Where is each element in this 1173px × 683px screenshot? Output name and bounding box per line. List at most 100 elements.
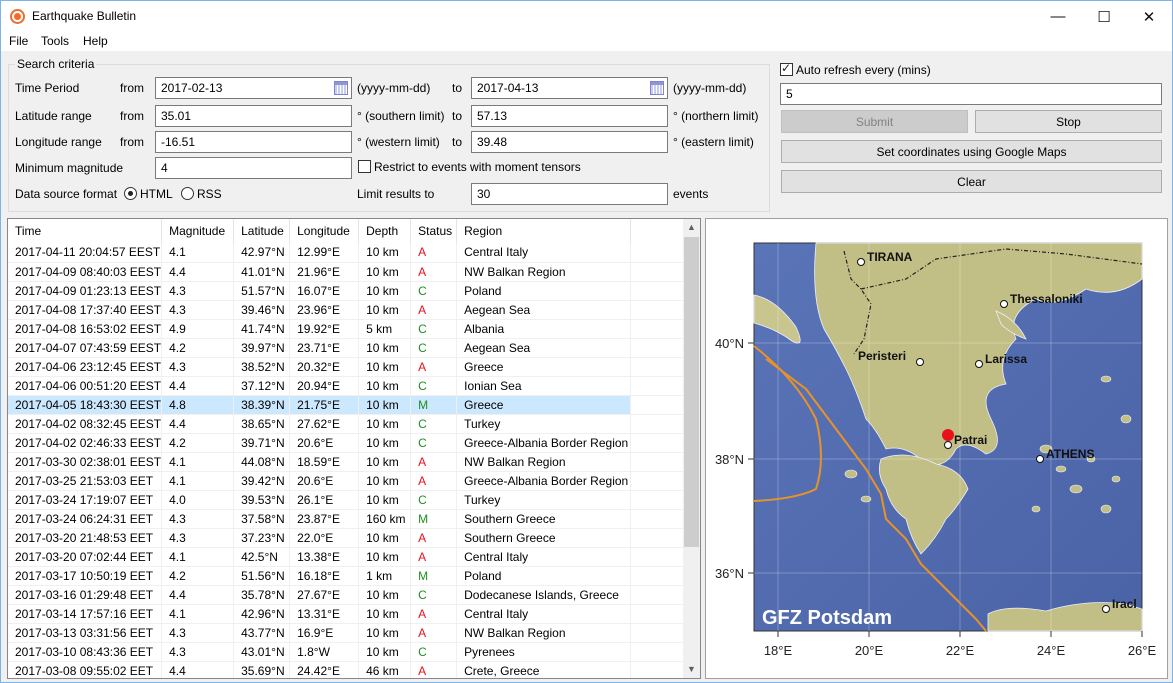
cell-magnitude: 4.9 [161, 319, 235, 339]
cell-magnitude: 4.2 [161, 338, 235, 358]
table-row[interactable]: 2017-03-10 08:43:36 EET 4.3 43.01°N 1.8°W 10… [8, 642, 697, 662]
moment-tensors-checkbox[interactable] [358, 160, 371, 173]
table-row[interactable]: 2017-03-20 21:48:53 EET 4.3 37.23°N 22.0°E 1… [8, 528, 697, 548]
cell-status: C [410, 585, 458, 605]
cell-longitude: 13.38°E [289, 547, 360, 567]
cell-status: A [410, 471, 458, 491]
html-radio[interactable] [124, 187, 137, 200]
table-row[interactable]: 2017-03-13 03:31:56 EET 4.3 43.77°N 16.9°E 1… [8, 623, 697, 643]
cell-time: 2017-03-24 06:24:31 EET [8, 509, 163, 529]
cell-region: NW Balkan Region [456, 452, 632, 472]
latitude-to-input[interactable]: 57.13 [471, 105, 668, 127]
cell-depth: 10 km [358, 376, 412, 396]
latitude-to-hint: ° (northern limit) [673, 109, 759, 123]
cell-latitude: 39.46°N [233, 300, 291, 320]
limit-suffix: events [673, 187, 709, 201]
cell-depth: 10 km [358, 642, 412, 662]
auto-refresh-checkbox[interactable] [780, 61, 793, 76]
cell-longitude: 1.8°W [289, 642, 360, 662]
latitude-ticks: 40°N 38°N 36°N [715, 336, 754, 581]
table-row[interactable]: 2017-03-24 06:24:31 EET 4.3 37.58°N 23.87°E… [8, 509, 697, 529]
longitude-from-input[interactable]: -16.51 [155, 131, 352, 153]
table-row[interactable]: 2017-04-06 23:12:45 EEST 4.3 38.52°N 20.32°… [8, 357, 697, 377]
clear-button[interactable]: Clear [781, 170, 1162, 193]
submit-button[interactable]: Submit [781, 110, 968, 133]
column-header-depth[interactable]: Depth [358, 219, 412, 243]
stop-button[interactable]: Stop [975, 110, 1162, 133]
table-row[interactable]: 2017-04-08 17:37:40 EEST 4.3 39.46°N 23.96°… [8, 300, 697, 320]
lat-tick-label: 38°N [715, 452, 744, 467]
latitude-from-input[interactable]: 35.01 [155, 105, 352, 127]
table-row[interactable]: 2017-04-05 18:43:30 EEST 4.8 38.39°N 21.75°… [8, 395, 697, 415]
menu-file[interactable]: File [9, 34, 28, 48]
column-header-latitude[interactable]: Latitude [233, 219, 291, 243]
cell-magnitude: 4.3 [161, 300, 235, 320]
cell-magnitude: 4.3 [161, 642, 235, 662]
results-table: Time Magnitude Latitude Longitude Depth Statu… [7, 218, 701, 679]
cell-time: 2017-03-13 03:31:56 EET [8, 623, 163, 643]
table-row[interactable]: 2017-03-25 21:53:03 EET 4.1 39.42°N 20.6°E 1… [8, 471, 697, 491]
table-scrollbar[interactable]: ▲ ▼ [683, 219, 700, 678]
table-row[interactable]: 2017-03-16 01:29:48 EET 4.4 35.78°N 27.67°E… [8, 585, 697, 605]
scroll-thumb[interactable] [684, 237, 699, 547]
city-marker [1102, 605, 1110, 613]
cell-depth: 10 km [358, 547, 412, 567]
cell-region: Dodecanese Islands, Greece [456, 585, 632, 605]
cell-time: 2017-04-06 23:12:45 EEST [8, 357, 163, 377]
column-header-region[interactable]: Region [456, 219, 632, 243]
city-label: Patrai [954, 433, 987, 447]
cell-time: 2017-04-06 00:51:20 EEST [8, 376, 163, 396]
cell-magnitude: 4.0 [161, 490, 235, 510]
refresh-interval-input[interactable]: 5 [780, 83, 1162, 105]
cell-latitude: 38.65°N [233, 414, 291, 434]
table-row[interactable]: 2017-03-30 02:38:01 EEST 4.1 44.08°N 18.59°… [8, 452, 697, 472]
table-row[interactable]: 2017-04-06 00:51:20 EEST 4.4 37.12°N 20.94°… [8, 376, 697, 396]
close-button[interactable]: ✕ [1126, 1, 1172, 32]
minimize-button[interactable]: — [1035, 1, 1081, 32]
table-row[interactable]: 2017-04-08 16:53:02 EEST 4.9 41.74°N 19.92°… [8, 319, 697, 339]
table-row[interactable]: 2017-04-09 01:23:13 EEST 4.3 51.57°N 16.07°… [8, 281, 697, 301]
menu-help[interactable]: Help [83, 34, 108, 48]
cell-latitude: 51.57°N [233, 281, 291, 301]
table-row[interactable]: 2017-04-11 20:04:57 EEST 4.1 42.97°N 12.99°… [8, 243, 697, 263]
table-row[interactable]: 2017-04-02 02:46:33 EEST 4.2 39.71°N 20.6°E… [8, 433, 697, 453]
column-header-magnitude[interactable]: Magnitude [161, 219, 235, 243]
maximize-button[interactable]: ☐ [1081, 1, 1127, 32]
city-marker [975, 360, 983, 368]
time-from-input[interactable]: 2017-02-13 [155, 77, 352, 99]
scroll-down-icon[interactable]: ▼ [683, 661, 700, 678]
limit-input[interactable]: 30 [471, 183, 668, 205]
cell-longitude: 18.59°E [289, 452, 360, 472]
google-maps-button[interactable]: Set coordinates using Google Maps [781, 140, 1162, 163]
min-magnitude-input[interactable]: 4 [155, 157, 352, 179]
cell-depth: 10 km [358, 528, 412, 548]
cell-longitude: 21.96°E [289, 262, 360, 282]
epicenter-marker[interactable] [942, 429, 954, 441]
table-row[interactable]: 2017-04-09 08:40:03 EEST 4.4 41.01°N 21.96°… [8, 262, 697, 282]
scroll-up-icon[interactable]: ▲ [683, 219, 700, 236]
column-header-time[interactable]: Time [8, 219, 163, 243]
cell-time: 2017-04-08 17:37:40 EEST [8, 300, 163, 320]
time-to-input[interactable]: 2017-04-13 [471, 77, 668, 99]
rss-radio[interactable] [181, 187, 194, 200]
table-row[interactable]: 2017-03-20 07:02:44 EET 4.1 42.5°N 13.38°E 1… [8, 547, 697, 567]
cell-longitude: 23.96°E [289, 300, 360, 320]
table-row[interactable]: 2017-03-17 10:50:19 EET 4.2 51.56°N 16.18°E… [8, 566, 697, 586]
cell-time: 2017-04-11 20:04:57 EEST [8, 243, 163, 263]
calendar-icon[interactable] [334, 81, 348, 95]
column-header-status[interactable]: Status [410, 219, 458, 243]
cell-status: C [410, 642, 458, 662]
calendar-icon[interactable] [650, 81, 664, 95]
cell-latitude: 35.78°N [233, 585, 291, 605]
cell-latitude: 43.01°N [233, 642, 291, 662]
table-row[interactable]: 2017-03-24 17:19:07 EET 4.0 39.53°N 26.1°E 1… [8, 490, 697, 510]
cell-status: M [410, 566, 458, 586]
table-row[interactable]: 2017-04-02 08:32:45 EEST 4.4 38.65°N 27.62°… [8, 414, 697, 434]
column-header-longitude[interactable]: Longitude [289, 219, 360, 243]
table-row[interactable]: 2017-03-14 17:57:16 EET 4.1 42.96°N 13.31°E… [8, 604, 697, 624]
longitude-to-input[interactable]: 39.48 [471, 131, 668, 153]
cell-latitude: 39.42°N [233, 471, 291, 491]
table-row[interactable]: 2017-03-08 09:55:02 EET 4.4 35.69°N 24.42°E… [8, 661, 697, 678]
table-row[interactable]: 2017-04-07 07:43:59 EEST 4.2 39.97°N 23.71°… [8, 338, 697, 358]
menu-tools[interactable]: Tools [41, 34, 69, 48]
